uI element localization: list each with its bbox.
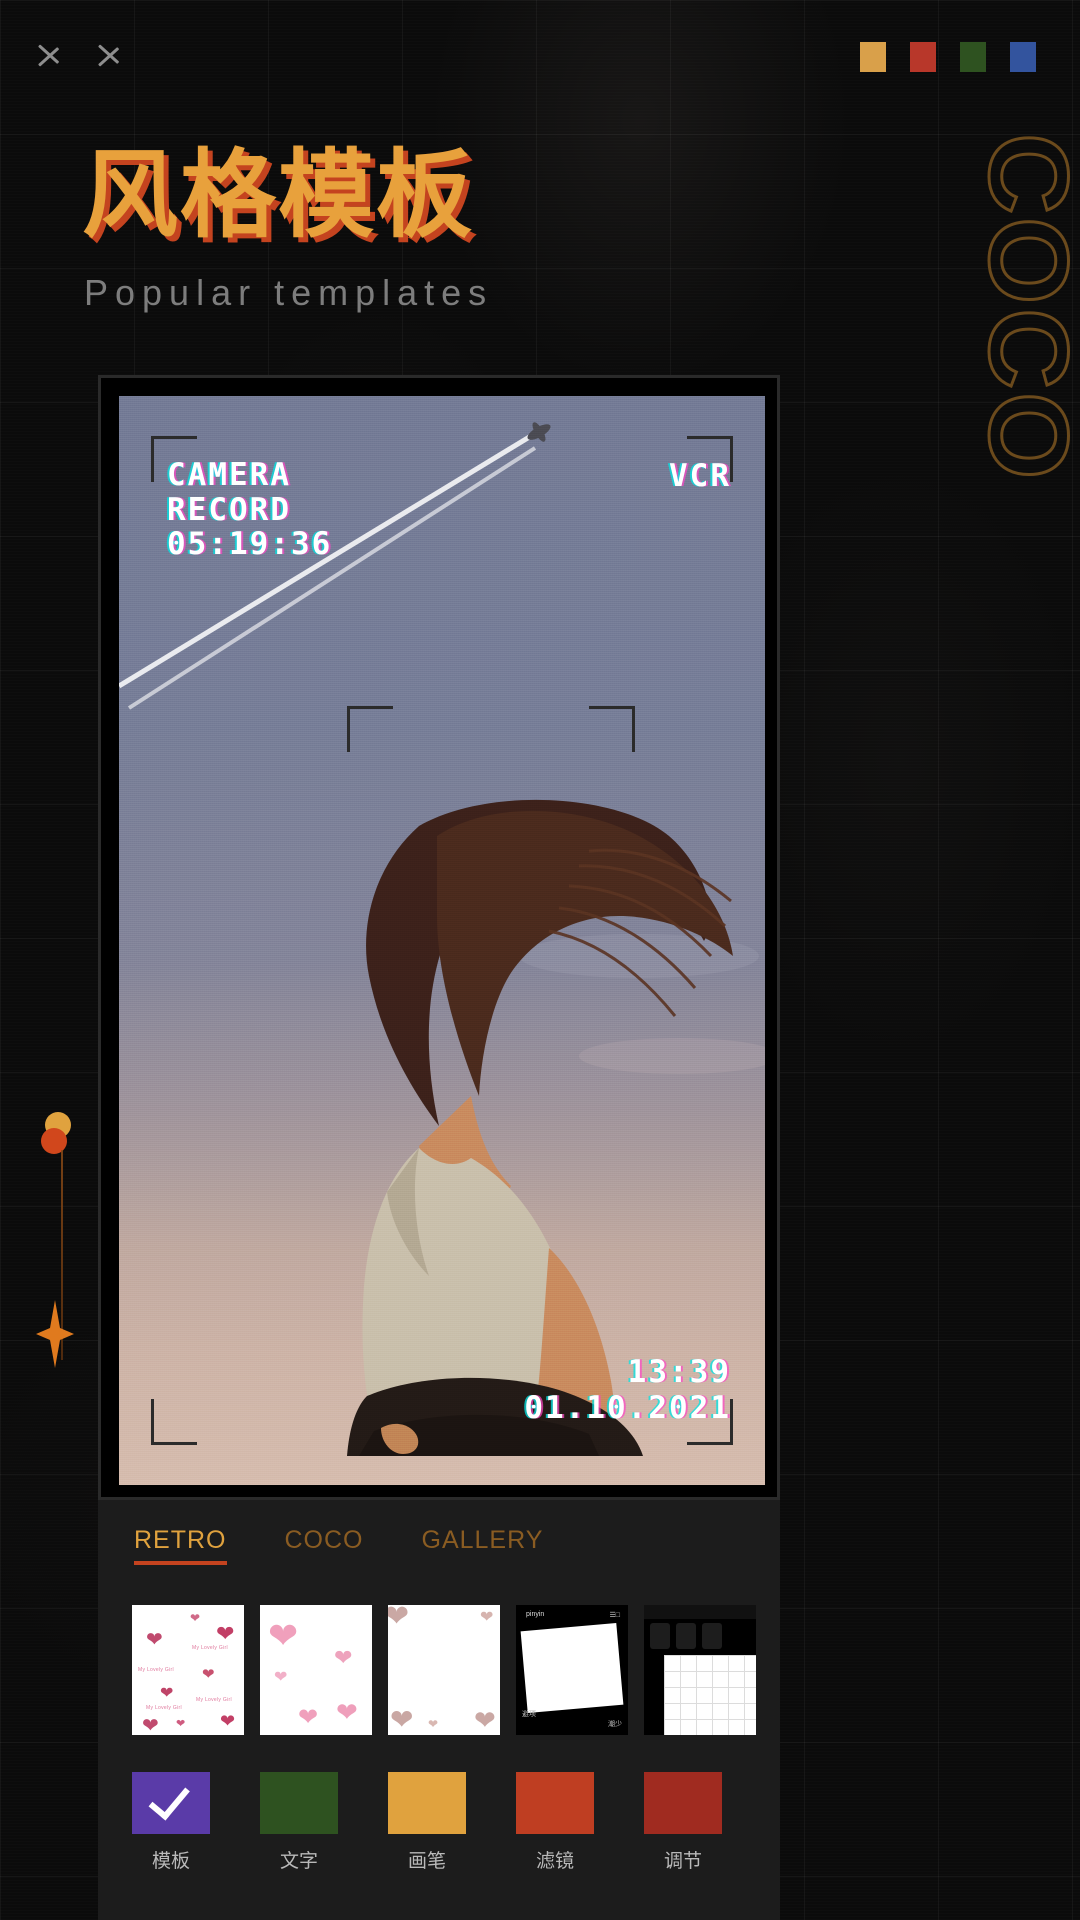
thumb-caption: My Lovely Girl (192, 1645, 228, 1651)
swatch-amber[interactable] (860, 42, 886, 72)
template-hearts-large[interactable]: ❤ ❤ ❤ ❤ ❤ (260, 1605, 372, 1735)
header (0, 0, 1080, 110)
vcr-timecode: 05:19:36 (167, 526, 333, 563)
template-grid-screen[interactable] (644, 1605, 756, 1735)
tool-filter[interactable]: 滤镜 (516, 1772, 594, 1873)
vcr-clock: 13:39 (627, 1353, 731, 1390)
side-wordmark-letter: O (965, 216, 1080, 306)
four-point-sparkle-icon (36, 1300, 74, 1368)
vcr-date: 01.10.2021 (524, 1390, 731, 1427)
tool-text[interactable]: 文字 (260, 1772, 338, 1873)
frame-bracket-bottom-left (151, 1399, 197, 1445)
side-wordmark-letter: O (965, 391, 1080, 481)
tool-label: 滤镜 (535, 1850, 574, 1872)
tool-label: 画笔 (407, 1850, 446, 1872)
nav-chevrons (36, 32, 126, 76)
tool-label: 文字 (279, 1850, 318, 1872)
vcr-format-label: VCR (669, 458, 731, 494)
editor-panel: RETRO COCO GALLERY ❤ ❤ ❤ ❤ ❤ ❤ ❤ ❤ My Lo… (98, 1500, 780, 1920)
template-phone-screen[interactable]: pinyin ☰□ 避项 潮少 (516, 1605, 628, 1735)
swatch-blue[interactable] (1010, 42, 1036, 72)
tool-label: 模板 (151, 1850, 190, 1872)
chevron-right-icon[interactable] (36, 32, 66, 76)
thumb-caption: My Lovely Girl (146, 1705, 182, 1711)
check-icon (148, 1777, 190, 1821)
tool-label: 调节 (663, 1850, 702, 1872)
side-wordmark: C O C O (965, 130, 1080, 481)
chevron-right-icon[interactable] (96, 32, 126, 76)
vcr-timestamp-block: 13:39 01.10.2021 (524, 1354, 731, 1427)
template-thumbnail-list: ❤ ❤ ❤ ❤ ❤ ❤ ❤ ❤ My Lovely Girl My Lovely… (132, 1605, 756, 1735)
thumb-caption: My Lovely Girl (138, 1667, 174, 1673)
template-hearts-small[interactable]: ❤ ❤ ❤ ❤ ❤ ❤ ❤ ❤ My Lovely Girl My Lovely… (132, 1605, 244, 1735)
tab-gallery[interactable]: GALLERY (422, 1526, 544, 1565)
vcr-record-label: RECORD (167, 491, 291, 528)
swatch-red[interactable] (910, 42, 936, 72)
tool-template[interactable]: 模板 (132, 1772, 210, 1873)
header-swatches (860, 42, 1036, 72)
vcr-camera-label: CAMERA (167, 457, 291, 493)
category-tabs: RETRO COCO GALLERY (134, 1526, 543, 1565)
tab-coco[interactable]: COCO (285, 1526, 364, 1565)
editor-toolbar: 模板 文字 画笔 滤镜 调节 (132, 1772, 722, 1873)
tool-brush[interactable]: 画笔 (388, 1772, 466, 1873)
side-wordmark-letter: C (965, 132, 1080, 216)
focus-bracket-left (347, 706, 393, 752)
focus-bracket-right (589, 706, 635, 752)
tab-retro[interactable]: RETRO (134, 1526, 227, 1565)
template-pearl-hearts[interactable]: ❤ ❤ ❤ ❤ ❤ (388, 1605, 500, 1735)
thumb-caption: My Lovely Girl (196, 1697, 232, 1703)
page-title: 风格模板 (82, 139, 474, 251)
preview-photo: CAMERA RECORD 05:19:36 VCR 13:39 01.10.2… (119, 396, 765, 1485)
thumb-caption: pinyin (526, 1611, 545, 1618)
page-subtitle: Popular templates (84, 272, 494, 313)
rail-dot-orange (41, 1128, 67, 1154)
preview-card[interactable]: CAMERA RECORD 05:19:36 VCR 13:39 01.10.2… (98, 375, 780, 1500)
swatch-green[interactable] (960, 42, 986, 72)
side-wordmark-letter: C (965, 306, 1080, 390)
vcr-status-block: CAMERA RECORD 05:19:36 (167, 458, 332, 562)
tool-adjust[interactable]: 调节 (644, 1772, 722, 1873)
